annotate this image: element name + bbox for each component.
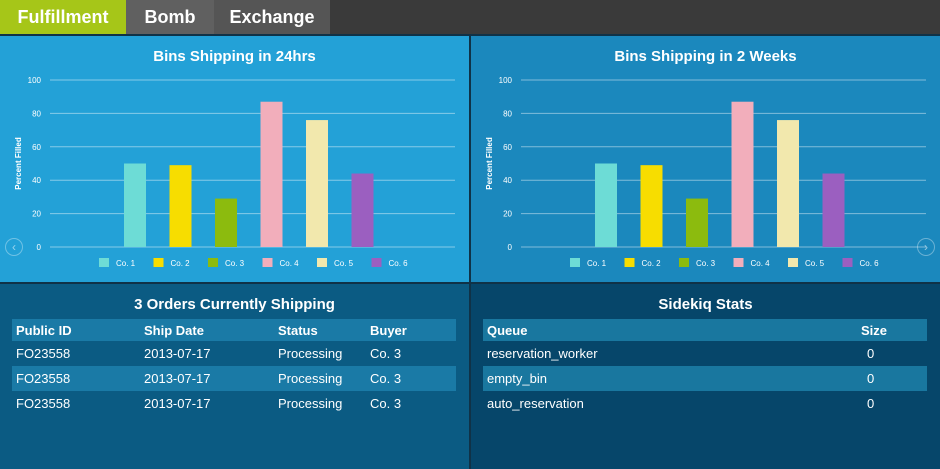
legend-label: Co. 6	[389, 259, 409, 268]
legend-swatch	[842, 258, 853, 267]
column-header: Ship Date	[140, 319, 274, 341]
legend-label: Co. 1	[587, 259, 607, 268]
y-tick-label: 20	[503, 210, 512, 219]
y-tick-label: 100	[28, 76, 42, 85]
sidekiq-title: Sidekiq Stats	[658, 296, 753, 313]
chart-panel-24hrs: Bins Shipping in 24hrs 0 20 40 60 80 100 Perce…	[0, 36, 469, 282]
table-cell: 0	[857, 366, 927, 391]
y-tick-label: 60	[32, 143, 41, 152]
bar-co-4	[731, 101, 754, 248]
chevron-right-icon[interactable]: ›	[917, 238, 935, 256]
y-tick-label: 0	[37, 243, 42, 252]
y-tick-label: 80	[503, 109, 512, 118]
legend-swatch	[679, 258, 689, 267]
y-axis-label: Percent Filled	[485, 137, 494, 190]
bar-co-6	[351, 173, 374, 247]
table-cell: Co. 3	[366, 366, 456, 391]
bar-co-2	[640, 165, 663, 247]
tab-exchange[interactable]: Exchange	[214, 0, 330, 34]
legend-label: Co. 4	[751, 259, 771, 268]
legend-label: Co. 2	[642, 259, 662, 268]
y-tick-label: 60	[503, 143, 512, 152]
column-header: Size	[857, 319, 927, 341]
bar-co-3	[686, 198, 708, 247]
legend-swatch	[371, 258, 382, 267]
table-cell: 0	[867, 396, 875, 411]
table-cell: FO23558	[16, 396, 71, 411]
bar-co-1	[124, 163, 146, 247]
legend-swatch	[153, 258, 164, 267]
table-cell: 2013-07-17	[144, 346, 211, 361]
legend-label: Co. 3	[696, 259, 716, 268]
table-cell: empty_bin	[483, 366, 857, 391]
legend-label: Co. 2	[171, 259, 191, 268]
chart-panel-2weeks: Bins Shipping in 2 Weeks 0 20 40 60 80 100 Per…	[471, 36, 940, 282]
bar-co-6	[822, 173, 845, 247]
table-cell: Processing	[274, 366, 366, 391]
legend-swatch	[208, 258, 218, 267]
table-row[interactable]: FO23558 2013-07-17 Processing Co. 3	[12, 366, 456, 391]
bar-co-4	[260, 101, 283, 248]
y-tick-label: 40	[503, 176, 512, 185]
table-cell: auto_reservation	[487, 396, 584, 411]
column-header: Public ID	[12, 319, 140, 341]
tab-bomb[interactable]: Bomb	[126, 0, 214, 34]
bar-co-1	[595, 163, 617, 247]
column-header: Buyer	[366, 319, 456, 341]
chevron-left-icon[interactable]: ‹	[5, 238, 23, 256]
orders-panel: 3 Orders Currently Shipping Public ID Sh…	[0, 284, 469, 469]
legend-label: Co. 5	[805, 259, 825, 268]
column-header: Queue	[483, 319, 857, 341]
bar-co-2	[169, 165, 192, 247]
table-header-row: Public ID Ship Date Status Buyer	[12, 319, 456, 341]
table-cell: reservation_worker	[487, 346, 598, 361]
y-tick-label: 80	[32, 109, 41, 118]
y-axis-label: Percent Filled	[14, 137, 23, 190]
legend-swatch	[317, 258, 327, 267]
table-row[interactable]: empty_bin 0	[483, 366, 927, 391]
y-tick-label: 0	[508, 243, 513, 252]
table-row[interactable]: reservation_worker 0	[483, 341, 927, 366]
y-tick-label: 100	[499, 76, 513, 85]
y-tick-label: 20	[32, 210, 41, 219]
table-cell: Co. 3	[370, 396, 402, 411]
table-cell: 2013-07-17	[144, 396, 211, 411]
bar-chart-2weeks: 0 20 40 60 80 100 Percent Filled Co. 1 Co. 2 Co. …	[485, 76, 926, 268]
legend-label: Co. 6	[860, 259, 880, 268]
bar-chart-24hrs: 0 20 40 60 80 100 Percent Filled Co. 1 Co. 2 Co. …	[14, 76, 455, 268]
table-row[interactable]: FO23558 2013-07-17 Processing Co. 3	[12, 391, 456, 416]
table-row[interactable]: auto_reservation 0	[483, 391, 927, 416]
bar-co-3	[215, 198, 237, 247]
table-row[interactable]: FO23558 2013-07-17 Processing Co. 3	[12, 341, 456, 366]
table-cell: Processing	[278, 346, 343, 361]
legend-swatch	[99, 258, 109, 267]
table-cell: FO23558	[12, 366, 140, 391]
column-header: Status	[274, 319, 366, 341]
legend-label: Co. 5	[334, 259, 354, 268]
table-cell: Co. 3	[370, 346, 402, 361]
legend-label: Co. 3	[225, 259, 245, 268]
legend-label: Co. 1	[116, 259, 136, 268]
top-nav-bar: Fulfillment Bomb Exchange	[0, 0, 940, 34]
legend-swatch	[262, 258, 273, 267]
table-cell: FO23558	[16, 346, 71, 361]
table-cell: Processing	[278, 396, 343, 411]
y-tick-label: 40	[32, 176, 41, 185]
legend-swatch	[570, 258, 580, 267]
legend-swatch	[733, 258, 744, 267]
legend-label: Co. 4	[280, 259, 300, 268]
legend-swatch	[788, 258, 798, 267]
sidekiq-panel: Sidekiq Stats Queue Size reservation_wor…	[471, 284, 940, 469]
bar-co-5	[777, 120, 799, 247]
bar-co-5	[306, 120, 328, 247]
tab-fulfillment[interactable]: Fulfillment	[0, 0, 126, 34]
table-cell: 2013-07-17	[140, 366, 274, 391]
table-cell: 0	[867, 346, 875, 361]
sidekiq-table: Queue Size reservation_worker 0 empty_bi…	[483, 319, 927, 416]
legend-swatch	[624, 258, 635, 267]
orders-table: Public ID Ship Date Status Buyer FO23558…	[12, 319, 456, 416]
table-header-row: Queue Size	[483, 319, 927, 341]
orders-title: 3 Orders Currently Shipping	[134, 296, 335, 313]
